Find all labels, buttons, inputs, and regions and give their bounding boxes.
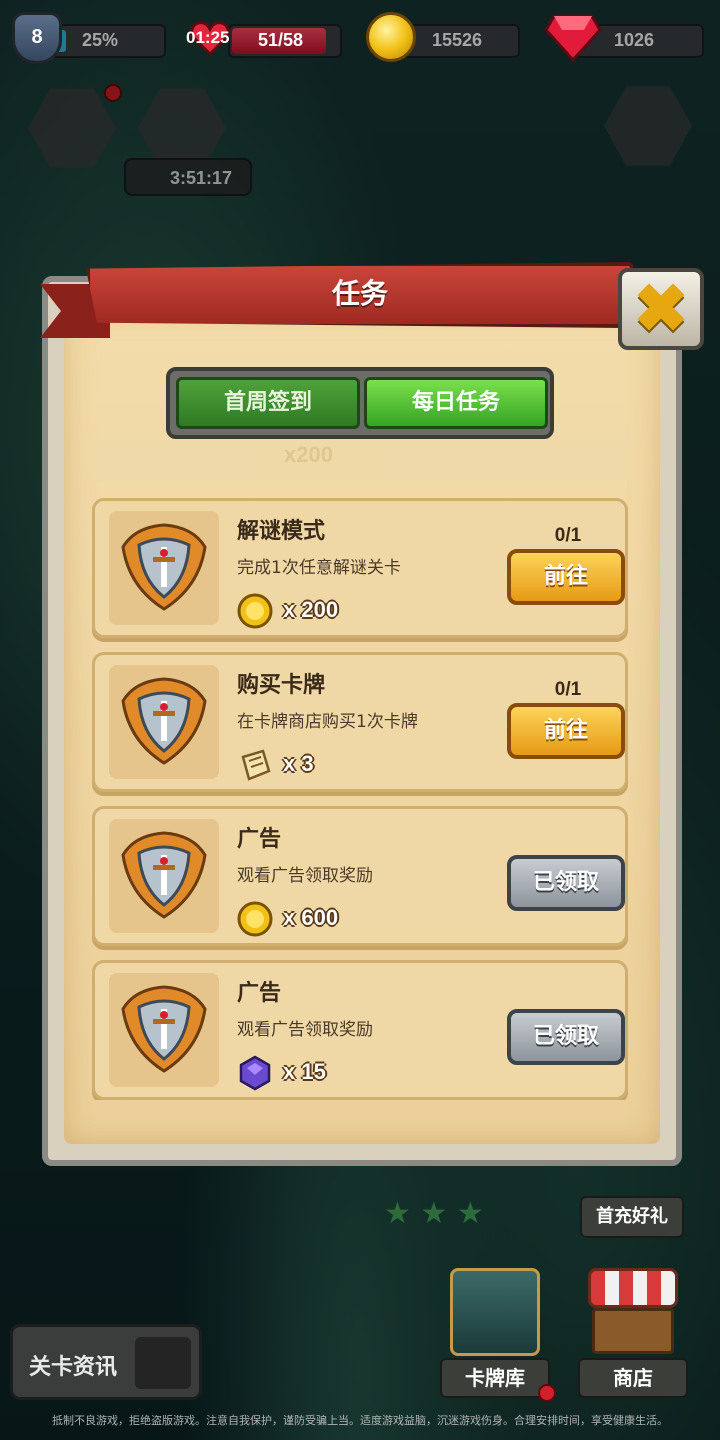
go-button[interactable]: 前往: [507, 703, 625, 759]
coin-icon: [237, 901, 273, 937]
health-notice: 抵制不良游戏，拒绝盗版游戏。注意自我保护，谨防受骗上当。适度游戏益脑，沉迷游戏伤…: [52, 1414, 668, 1427]
claimed-button[interactable]: 已领取: [507, 855, 625, 911]
previous-task-reward: x200: [284, 442, 333, 467]
scroll-icon: [241, 749, 271, 781]
task-reward-amount: x 3: [283, 751, 314, 776]
dialog-title: 任务: [331, 277, 388, 310]
first-charge-gift-button[interactable]: 首充好礼: [580, 1196, 684, 1238]
shield-sword-icon: [121, 831, 207, 919]
card-deck-button[interactable]: 卡牌库: [440, 1262, 550, 1402]
shop-stall-icon: [592, 1308, 674, 1354]
previous-task-partial: x200: [88, 440, 630, 482]
shield-sword-icon: [121, 523, 207, 611]
task-reward-amount: x 600: [283, 905, 339, 930]
task-title: 购买卡牌: [237, 673, 326, 698]
task-description: 观看广告领取奖励: [237, 866, 373, 886]
task-title: 广告: [237, 981, 282, 1006]
tab-daily-tasks[interactable]: 每日任务: [364, 377, 548, 429]
task-card: 广告 观看广告领取奖励 x 15 已领取: [92, 960, 628, 1100]
task-title: 解谜模式: [237, 519, 326, 544]
shop-button[interactable]: 商店: [578, 1262, 688, 1402]
task-description: 在卡牌商店购买1次卡牌: [237, 712, 418, 732]
task-reward-amount: x 15: [283, 1059, 326, 1084]
level-info-slot: [135, 1337, 191, 1389]
energy-timer: 01:25: [186, 28, 230, 47]
energy-count: 51/58: [258, 30, 304, 50]
level-info-label: 关卡资讯: [29, 1355, 118, 1380]
task-progress: 0/1: [554, 679, 582, 700]
gold-coin-icon: [366, 12, 416, 62]
card-deck-icon: [450, 1268, 540, 1356]
task-card: 广告 观看广告领取奖励 x 600 已领取: [92, 806, 628, 946]
tab-bar: 首周签到 每日任务: [166, 367, 554, 439]
go-button[interactable]: 前往: [507, 549, 625, 605]
task-title: 广告: [237, 827, 282, 852]
task-reward-amount: x 200: [283, 597, 339, 622]
claimed-button[interactable]: 已领取: [507, 1009, 625, 1065]
task-card: 购买卡牌 在卡牌商店购买1次卡牌 x 3 0/1 前往: [92, 652, 628, 792]
task-description: 完成1次任意解谜关卡: [237, 558, 401, 578]
level-info-button[interactable]: 关卡资讯: [10, 1324, 202, 1400]
shop-awning-icon: [588, 1268, 678, 1308]
task-emblem-box: [109, 819, 219, 933]
tab-first-week-signin[interactable]: 首周签到: [176, 377, 360, 429]
coin-icon: [237, 593, 273, 629]
task-emblem-box: [109, 665, 219, 779]
purple-gem-icon: [239, 1055, 271, 1091]
ruby-gem-icon: [544, 14, 602, 62]
deck-notification-dot: [538, 1384, 556, 1402]
shield-sword-icon: [121, 985, 207, 1073]
shop-label: 商店: [578, 1358, 688, 1398]
card-deck-label: 卡牌库: [440, 1358, 550, 1398]
task-card: 解谜模式 完成1次任意解谜关卡 x 200 0/1 前往: [92, 498, 628, 638]
shield-sword-icon: [121, 677, 207, 765]
task-list[interactable]: x200 解谜模式 完成1次任意解谜关卡 x 200 0/1 前往 购买卡牌 在…: [88, 440, 630, 1100]
close-button[interactable]: ✖: [618, 268, 704, 350]
task-progress: 0/1: [554, 525, 582, 546]
level-badge[interactable]: 8: [12, 12, 62, 64]
task-description: 观看广告领取奖励: [237, 1020, 373, 1040]
task-emblem-box: [109, 973, 219, 1087]
level-stars: ★ ★ ★: [384, 1196, 484, 1231]
task-emblem-box: [109, 511, 219, 625]
